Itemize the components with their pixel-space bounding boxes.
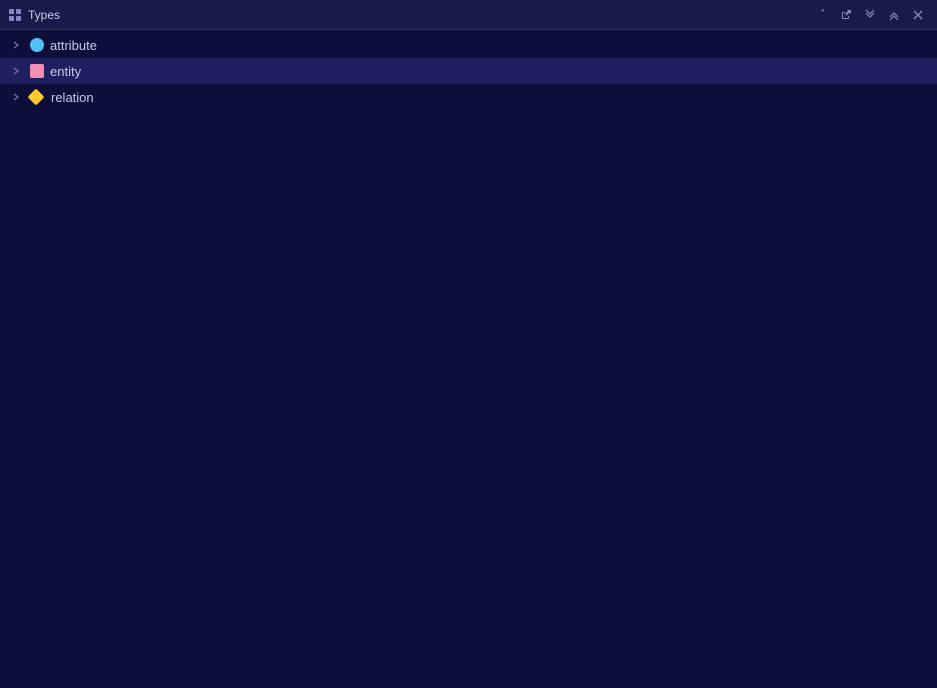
entity-type-icon — [30, 64, 44, 78]
entity-label: entity — [50, 64, 81, 79]
tree-item-attribute[interactable]: attribute — [0, 32, 937, 58]
title-bar: Types — [0, 0, 937, 30]
chevron-icon-attribute — [8, 37, 24, 53]
refresh-button[interactable] — [811, 4, 833, 26]
tree-item-entity[interactable]: entity — [0, 58, 937, 84]
external-link-button[interactable] — [835, 4, 857, 26]
chevron-icon-relation — [8, 89, 24, 105]
expand-all-button[interactable] — [883, 4, 905, 26]
attribute-type-icon — [30, 38, 44, 52]
title-bar-actions — [811, 4, 929, 26]
relation-label: relation — [51, 90, 94, 105]
collapse-all-button[interactable] — [859, 4, 881, 26]
chevron-icon-entity — [8, 63, 24, 79]
title-bar-left: Types — [8, 8, 60, 22]
tree-item-relation[interactable]: relation — [0, 84, 937, 110]
attribute-label: attribute — [50, 38, 97, 53]
types-panel-icon — [8, 8, 22, 22]
title-bar-title: Types — [28, 8, 60, 22]
tree-container: attribute entity relation — [0, 30, 937, 112]
relation-type-icon — [28, 89, 45, 106]
close-button[interactable] — [907, 4, 929, 26]
